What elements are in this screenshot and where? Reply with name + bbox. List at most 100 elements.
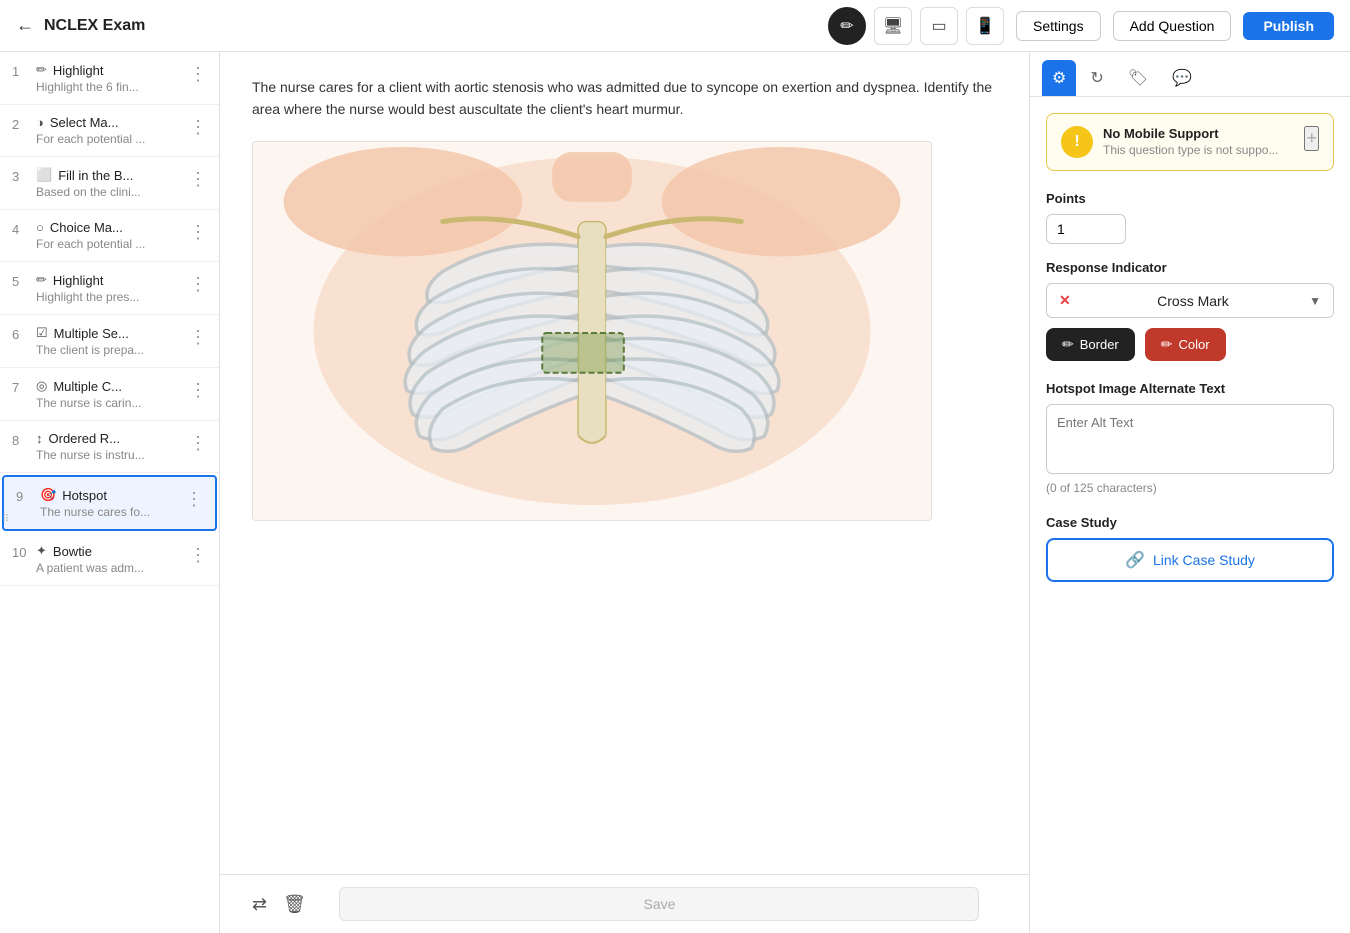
settings-button[interactable]: Settings bbox=[1016, 11, 1101, 41]
sidebar-sub-text: The nurse is instru... bbox=[36, 448, 181, 462]
sidebar-num: 1 bbox=[12, 64, 28, 79]
sidebar-content: ○ Choice Ma... For each potential ... bbox=[36, 220, 181, 251]
dropdown-chevron-icon: ▼ bbox=[1309, 294, 1321, 308]
link-case-study-button[interactable]: 🔗 Link Case Study bbox=[1046, 538, 1334, 582]
sidebar-num: 4 bbox=[12, 222, 28, 237]
panel-tabs: ⚙ ↻ 🏷 💬 bbox=[1030, 52, 1350, 97]
sidebar-item-8[interactable]: 8 ↕ Ordered R... The nurse is instru... … bbox=[0, 421, 219, 473]
add-question-button[interactable]: Add Question bbox=[1113, 11, 1232, 41]
sidebar-item-1[interactable]: 1 ✏ Highlight Highlight the 6 fin... ⋮ bbox=[0, 52, 219, 105]
color-button[interactable]: ✏ Color bbox=[1145, 328, 1226, 361]
sidebar-item-7[interactable]: 7 ◎ Multiple C... The nurse is carin... … bbox=[0, 368, 219, 421]
case-study-label: Case Study bbox=[1046, 515, 1334, 530]
alt-text-input[interactable] bbox=[1046, 404, 1334, 474]
monitor-icon-button[interactable]: 🖥 bbox=[874, 7, 912, 45]
sidebar-sub-text: The client is prepa... bbox=[36, 343, 181, 357]
hotspot-image-container[interactable] bbox=[252, 141, 932, 521]
sidebar-menu-icon[interactable]: ⋮ bbox=[189, 545, 207, 566]
notice-sub: This question type is not suppo... bbox=[1103, 143, 1294, 157]
notice-content: No Mobile Support This question type is … bbox=[1103, 126, 1294, 157]
sidebar-content: ⬜ Fill in the B... Based on the clini... bbox=[36, 167, 181, 199]
link-icon: 🔗 bbox=[1125, 550, 1145, 570]
phone-icon-button[interactable]: 📱 bbox=[966, 7, 1004, 45]
swap-button[interactable]: ⇄ bbox=[252, 894, 267, 915]
sidebar-item-9[interactable]: 9 🎯 Hotspot The nurse cares fo... ⠿ ⋮ bbox=[2, 475, 217, 531]
sidebar-sub-text: The nurse cares fo... bbox=[40, 505, 177, 519]
sidebar-menu-icon[interactable]: ⋮ bbox=[189, 327, 207, 348]
back-button[interactable]: ← bbox=[16, 15, 34, 36]
alt-text-count: (0 of 125 characters) bbox=[1046, 481, 1334, 495]
sidebar-label: ⬜ Fill in the B... bbox=[36, 167, 181, 183]
sidebar-menu-icon[interactable]: ⋮ bbox=[189, 169, 207, 190]
sidebar-num: 6 bbox=[12, 327, 28, 342]
tab-refresh[interactable]: ↻ bbox=[1080, 60, 1113, 96]
publish-button[interactable]: Publish bbox=[1243, 12, 1334, 40]
sidebar-label: ✦ Bowtie bbox=[36, 543, 181, 559]
sidebar-menu-icon[interactable]: ⋮ bbox=[185, 489, 203, 510]
sidebar-sub-text: The nurse is carin... bbox=[36, 396, 181, 410]
cross-mark-x: ✕ bbox=[1059, 292, 1071, 309]
response-indicator-section: Response Indicator ✕ Cross Mark ▼ ✏ Bord… bbox=[1046, 260, 1334, 361]
pencil-icon-button[interactable]: ✏ bbox=[828, 7, 866, 45]
drag-handle[interactable]: ⠿ bbox=[2, 514, 9, 525]
tablet-icon-button[interactable]: ▭ bbox=[920, 7, 958, 45]
points-input[interactable] bbox=[1046, 214, 1126, 244]
sidebar-content: ✏ Highlight Highlight the pres... bbox=[36, 272, 181, 304]
color-icon: ✏ bbox=[1161, 336, 1173, 353]
sidebar-label: ☑ Multiple Se... bbox=[36, 325, 181, 341]
sidebar-menu-icon[interactable]: ⋮ bbox=[189, 274, 207, 295]
sidebar-num: 5 bbox=[12, 274, 28, 289]
sidebar: 1 ✏ Highlight Highlight the 6 fin... ⋮ 2… bbox=[0, 52, 220, 933]
sidebar-type-icon: ✏ bbox=[36, 62, 47, 78]
sidebar-label: ◎ Multiple C... bbox=[36, 378, 181, 394]
points-section: Points bbox=[1046, 191, 1334, 260]
sidebar-menu-icon[interactable]: ⋮ bbox=[189, 117, 207, 138]
delete-button[interactable]: 🗑 bbox=[283, 894, 306, 915]
sidebar-sub-text: For each potential ... bbox=[36, 132, 181, 146]
sidebar-item-2[interactable]: 2 ◑ Select Ma... For each potential ... … bbox=[0, 105, 219, 157]
sidebar-menu-icon[interactable]: ⋮ bbox=[189, 433, 207, 454]
response-indicator-dropdown[interactable]: ✕ Cross Mark ▼ bbox=[1046, 283, 1334, 318]
sidebar-item-4[interactable]: 4 ○ Choice Ma... For each potential ... … bbox=[0, 210, 219, 262]
navbar-left: ← NCLEX Exam bbox=[16, 15, 816, 36]
sidebar-sub-text: Highlight the 6 fin... bbox=[36, 80, 181, 94]
tab-settings[interactable]: ⚙ bbox=[1042, 60, 1076, 96]
question-text: The nurse cares for a client with aortic… bbox=[252, 76, 997, 121]
cross-mark-label: Cross Mark bbox=[1157, 293, 1229, 309]
content-area: The nurse cares for a client with aortic… bbox=[220, 52, 1030, 933]
border-icon: ✏ bbox=[1062, 336, 1074, 353]
sidebar-num: 9 bbox=[16, 489, 32, 504]
sidebar-menu-icon[interactable]: ⋮ bbox=[189, 222, 207, 243]
sidebar-item-10[interactable]: 10 ✦ Bowtie A patient was adm... ⋮ bbox=[0, 533, 219, 586]
border-button[interactable]: ✏ Border bbox=[1046, 328, 1135, 361]
sidebar-num: 8 bbox=[12, 433, 28, 448]
sidebar-label: ✏ Highlight bbox=[36, 62, 181, 78]
navbar-title: NCLEX Exam bbox=[44, 17, 145, 35]
notice-title: No Mobile Support bbox=[1103, 126, 1294, 141]
sidebar-content: ☑ Multiple Se... The client is prepa... bbox=[36, 325, 181, 357]
sidebar-item-5[interactable]: 5 ✏ Highlight Highlight the pres... ⋮ bbox=[0, 262, 219, 315]
sidebar-type-icon: ◑ bbox=[36, 115, 44, 130]
sidebar-type-icon: 🎯 bbox=[40, 487, 56, 503]
sidebar-menu-icon[interactable]: ⋮ bbox=[189, 380, 207, 401]
notice-warning-icon: ! bbox=[1061, 126, 1093, 158]
sidebar-type-icon: ✏ bbox=[36, 272, 47, 288]
navbar: ← NCLEX Exam ✏ 🖥 ▭ 📱 Settings Add Questi… bbox=[0, 0, 1350, 52]
right-panel: ⚙ ↻ 🏷 💬 ! No Mobile Support This questio… bbox=[1030, 52, 1350, 933]
main-layout: 1 ✏ Highlight Highlight the 6 fin... ⋮ 2… bbox=[0, 52, 1350, 933]
sidebar-label: ↕ Ordered R... bbox=[36, 431, 181, 446]
tab-comment[interactable]: 💬 bbox=[1162, 60, 1202, 96]
sidebar-num: 2 bbox=[12, 117, 28, 132]
sidebar-item-6[interactable]: 6 ☑ Multiple Se... The client is prepa..… bbox=[0, 315, 219, 368]
sidebar-menu-icon[interactable]: ⋮ bbox=[189, 64, 207, 85]
sidebar-label: 🎯 Hotspot bbox=[40, 487, 177, 503]
sidebar-type-icon: ◎ bbox=[36, 378, 47, 394]
save-button: Save bbox=[339, 887, 979, 921]
sidebar-label: ✏ Highlight bbox=[36, 272, 181, 288]
sidebar-item-3[interactable]: 3 ⬜ Fill in the B... Based on the clini.… bbox=[0, 157, 219, 210]
navbar-icons: ✏ 🖥 ▭ 📱 bbox=[828, 7, 1004, 45]
notice-close-button[interactable]: + bbox=[1304, 126, 1319, 151]
points-label: Points bbox=[1046, 191, 1334, 206]
sidebar-type-icon: ✦ bbox=[36, 543, 47, 559]
tab-tag[interactable]: 🏷 bbox=[1118, 60, 1158, 96]
